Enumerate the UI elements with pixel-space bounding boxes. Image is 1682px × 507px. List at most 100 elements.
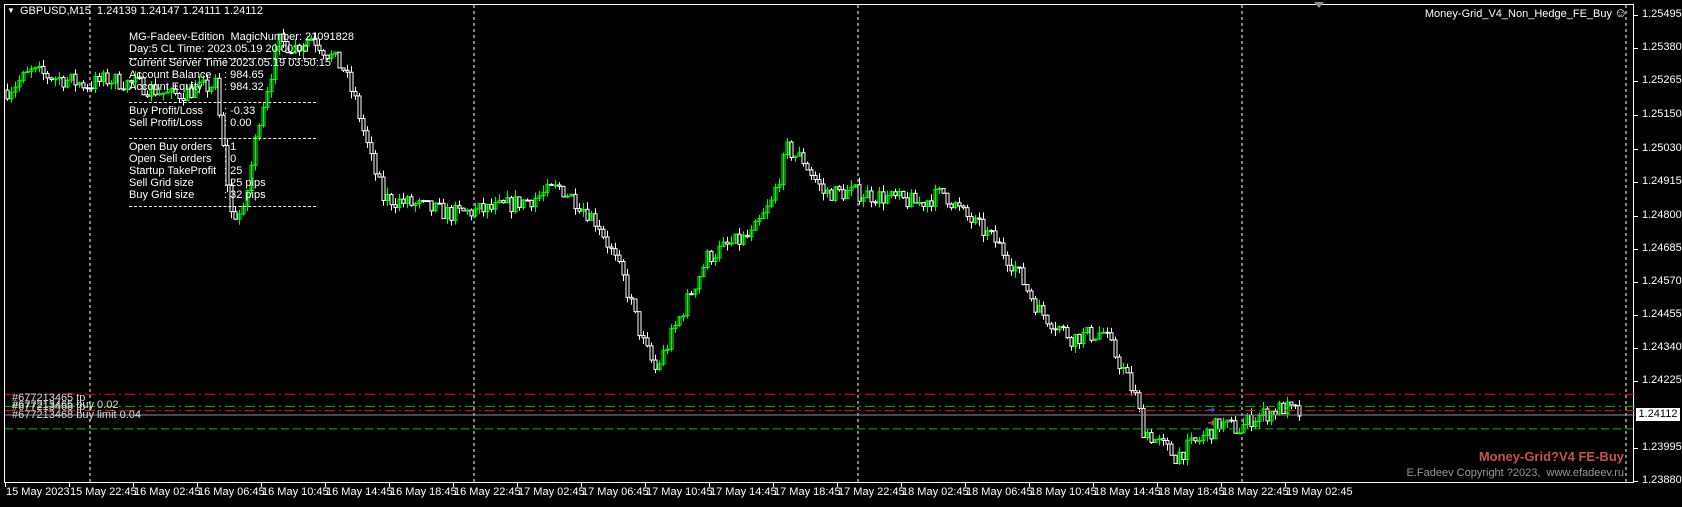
candle <box>933 184 938 212</box>
candle-body <box>621 260 626 276</box>
candle <box>965 204 970 221</box>
info-separator <box>129 138 316 139</box>
candle <box>9 86 14 103</box>
candle <box>365 126 370 148</box>
info-title: MG-Fadeev-Edition MagicNumber: 21091828 <box>129 31 355 43</box>
candle <box>825 187 830 198</box>
candle <box>1277 400 1282 416</box>
candle <box>1245 413 1250 429</box>
candle <box>509 195 514 219</box>
candle-body <box>637 311 642 337</box>
candle <box>5 83 10 101</box>
candle <box>357 92 362 123</box>
candle <box>57 72 62 86</box>
candle-body <box>573 193 578 210</box>
info-row-value: : 984.65 <box>224 69 264 81</box>
candle <box>401 192 406 208</box>
price-axis-label: 1.23995 <box>1642 440 1682 453</box>
candle <box>561 185 566 198</box>
candle <box>765 199 770 219</box>
candle <box>373 150 378 181</box>
candle <box>41 59 46 80</box>
candle-body <box>821 183 826 194</box>
candle <box>81 80 86 91</box>
candle <box>1253 417 1258 430</box>
time-tick <box>453 483 454 487</box>
candle-body <box>177 93 182 99</box>
candle <box>461 207 466 212</box>
time-axis-label: 16 May 10:45 <box>262 486 329 498</box>
candle-body <box>97 75 102 82</box>
candle-body <box>421 200 426 203</box>
candle <box>501 199 506 204</box>
candle <box>545 179 550 197</box>
time-axis-label: 18 May 10:45 <box>1030 486 1097 498</box>
candle-body <box>489 203 494 210</box>
candle <box>593 208 598 232</box>
candle-body <box>1281 402 1286 415</box>
candle-body <box>913 192 918 204</box>
candle <box>1117 354 1122 375</box>
candle-body <box>809 169 814 176</box>
candle <box>925 199 930 213</box>
candle-body <box>553 184 558 187</box>
candle-body <box>649 345 654 361</box>
time-tick <box>1029 483 1030 487</box>
price-axis-label: 1.25495 <box>1642 8 1682 20</box>
candle <box>61 75 66 92</box>
smiley-icon[interactable]: ☺ <box>1614 5 1627 20</box>
candle <box>525 198 530 202</box>
price-axis-label: 1.24455 <box>1642 308 1682 321</box>
candle-body <box>1017 266 1022 269</box>
candle-body <box>1077 333 1082 345</box>
candle-body <box>1237 432 1242 435</box>
candle <box>209 86 214 95</box>
candle <box>841 184 846 202</box>
candle <box>949 202 954 211</box>
candle-body <box>517 196 522 208</box>
price-tick <box>1634 114 1638 116</box>
time-axis-label: 18 May 18:45 <box>1158 486 1225 498</box>
price-axis-label: 1.25030 <box>1642 142 1682 155</box>
candle-body <box>617 254 622 262</box>
candle <box>1209 429 1214 444</box>
chart-menu-triangle-icon[interactable]: ▼ <box>7 6 15 15</box>
candle <box>969 212 974 229</box>
candle <box>601 225 606 240</box>
candle <box>1237 428 1242 435</box>
candle-body <box>369 142 374 155</box>
time-axis-label: 16 May 18:45 <box>390 486 457 498</box>
candle <box>1101 327 1106 334</box>
candle <box>1041 301 1046 320</box>
price-axis-label: 1.25150 <box>1642 107 1682 120</box>
candle <box>961 204 966 210</box>
candle <box>641 331 646 344</box>
candle-body <box>961 205 966 209</box>
candle <box>213 74 218 91</box>
candle <box>233 206 238 221</box>
candle <box>781 152 786 191</box>
expert-name[interactable]: Money-Grid_V4_Non_Hedge_FE_Buy <box>1425 8 1612 20</box>
candle <box>505 190 510 204</box>
time-axis-label: 15 May 2023 <box>6 486 70 498</box>
candle <box>985 226 990 241</box>
candle <box>1205 427 1210 442</box>
info-row-label: Open Buy orders <box>129 141 213 153</box>
candle-body <box>1053 328 1058 331</box>
candle-body <box>45 72 50 79</box>
time-tick <box>965 483 966 487</box>
time-tick <box>1157 483 1158 487</box>
chart-header: GBPUSD,M15 1.24139 1.24147 1.24111 1.241… <box>20 5 263 17</box>
candle <box>361 114 366 136</box>
candle-body <box>917 202 922 205</box>
candle-body <box>1105 331 1110 334</box>
time-tick <box>261 483 262 487</box>
info-row-value: : 984.32 <box>224 81 264 93</box>
shift-marker-icon[interactable] <box>1314 2 1324 8</box>
candle <box>981 212 986 243</box>
candle-body <box>929 200 934 207</box>
time-tick <box>197 483 198 487</box>
price-tick <box>1634 447 1638 449</box>
candle <box>1065 324 1070 340</box>
time-axis-label: 18 May 06:45 <box>966 486 1033 498</box>
